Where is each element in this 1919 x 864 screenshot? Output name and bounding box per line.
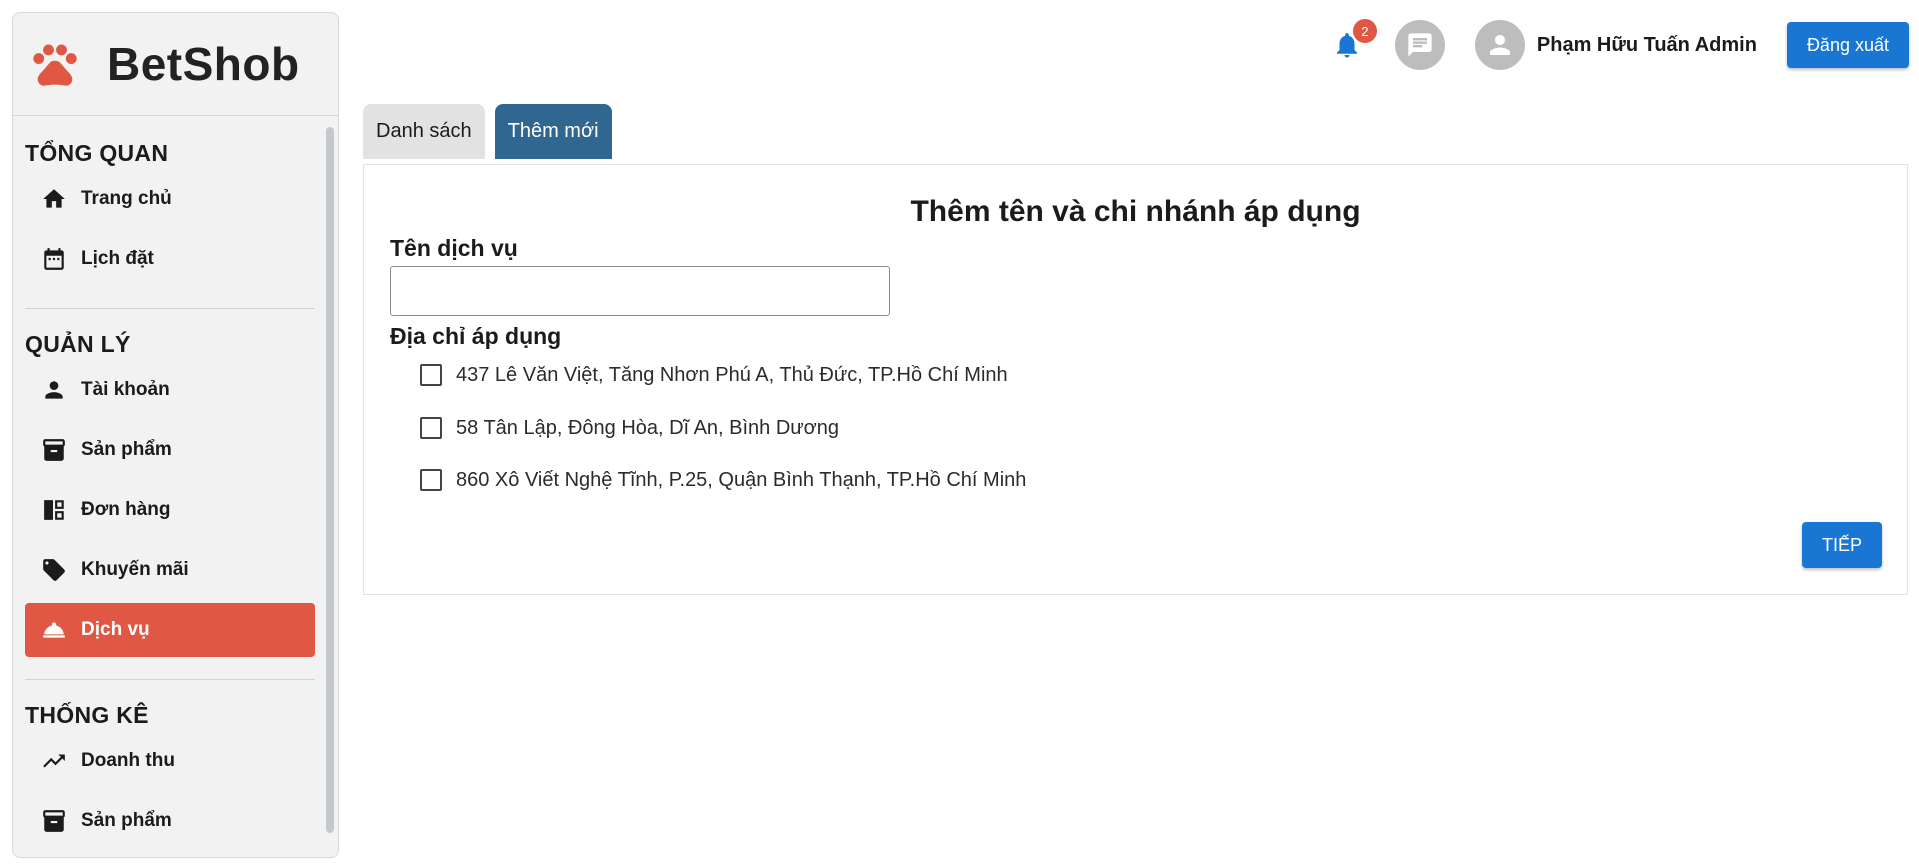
- sidebar-item-label: Khuyến mãi: [81, 559, 189, 580]
- next-button[interactable]: TIẾP: [1802, 522, 1882, 568]
- sidebar-item-label: Sản phẩm: [81, 439, 172, 460]
- sidebar-nav: TỔNG QUAN Trang chủ Lịch đặt QUẢN LÝ Tài…: [25, 116, 315, 848]
- person-icon: [1489, 35, 1510, 55]
- tag-icon: [41, 557, 67, 583]
- divider: [25, 308, 315, 309]
- section-title-statistics: THỐNG KÊ: [25, 702, 149, 728]
- sidebar-item-label: Lịch đặt: [81, 248, 154, 269]
- checkbox[interactable]: [420, 469, 442, 491]
- sidebar-item-revenue[interactable]: Doanh thu: [25, 734, 315, 788]
- chat-icon: [1408, 33, 1432, 57]
- person-icon: [41, 377, 67, 403]
- sidebar-item-label: Tài khoản: [81, 379, 170, 400]
- notification-badge: 2: [1352, 19, 1377, 43]
- section-title-manage: QUẢN LÝ: [25, 331, 131, 357]
- brand-name: BetShob: [107, 38, 300, 90]
- notification-button[interactable]: 2: [1329, 19, 1377, 63]
- sidebar-item-accounts[interactable]: Tài khoản: [25, 363, 315, 417]
- address-text: 860 Xô Viết Nghệ Tĩnh, P.25, Quận Bình T…: [456, 468, 1027, 491]
- service-name-input[interactable]: [390, 266, 890, 316]
- calendar-icon: [41, 246, 67, 272]
- avatar[interactable]: [1474, 20, 1525, 70]
- archive-icon: [41, 437, 67, 463]
- brand[interactable]: BetShob: [13, 13, 338, 116]
- sidebar-item-label: Dịch vụ: [81, 619, 150, 640]
- address-option[interactable]: 437 Lê Văn Việt, Tăng Nhơn Phú A, Thủ Đứ…: [420, 360, 1008, 390]
- checkbox[interactable]: [420, 364, 442, 386]
- sidebar-item-products[interactable]: Sản phẩm: [25, 423, 315, 477]
- logout-button[interactable]: Đăng xuất: [1786, 22, 1909, 68]
- sidebar-item-schedule[interactable]: Lịch đặt: [25, 232, 315, 286]
- home-icon: [41, 186, 67, 212]
- sidebar-item-orders[interactable]: Đơn hàng: [25, 483, 315, 537]
- service-name-label: Tên dịch vụ: [390, 235, 518, 261]
- address-text: 58 Tân Lập, Đông Hòa, Dĩ An, Bình Dương: [456, 416, 840, 439]
- trending-up-icon: [41, 748, 67, 774]
- address-text: 437 Lê Văn Việt, Tăng Nhơn Phú A, Thủ Đứ…: [456, 363, 1008, 386]
- room-service-icon: [41, 617, 67, 643]
- top-header: 2 Phạm Hữu Tuấn Admin Đăng xuất: [1329, 19, 1909, 70]
- section-title-overview: TỔNG QUAN: [25, 140, 169, 166]
- sidebar-scrollbar[interactable]: [326, 127, 334, 833]
- dashboard-icon: [41, 497, 67, 523]
- sidebar-item-home[interactable]: Trang chủ: [25, 172, 315, 226]
- paw-icon: [33, 44, 77, 86]
- tab-list[interactable]: Danh sách: [363, 104, 485, 159]
- divider: [25, 679, 315, 680]
- user-name: Phạm Hữu Tuấn Admin: [1536, 33, 1757, 56]
- address-option[interactable]: 58 Tân Lập, Đông Hòa, Dĩ An, Bình Dương: [420, 413, 839, 443]
- tab-add-new[interactable]: Thêm mới: [494, 104, 612, 159]
- sidebar-item-label: Sản phẩm: [81, 810, 172, 831]
- sidebar-item-label: Đơn hàng: [81, 499, 171, 520]
- sidebar-item-label: Trang chủ: [81, 188, 172, 209]
- tab-bar: Danh sách Thêm mới: [363, 104, 622, 159]
- chat-button[interactable]: [1394, 20, 1445, 70]
- add-service-panel: Thêm tên và chi nhánh áp dụng Tên dịch v…: [363, 164, 1908, 595]
- sidebar-item-product-stats[interactable]: Sản phẩm: [25, 794, 315, 848]
- form-title: Thêm tên và chi nhánh áp dụng: [910, 195, 1361, 228]
- sidebar-item-label: Doanh thu: [81, 750, 175, 771]
- archive-icon: [41, 808, 67, 834]
- sidebar: BetShob TỔNG QUAN Trang chủ Lịch đặt QUẢ…: [12, 12, 339, 858]
- sidebar-item-services[interactable]: Dịch vụ: [25, 603, 315, 657]
- sidebar-item-promotions[interactable]: Khuyến mãi: [25, 543, 315, 597]
- address-label: Địa chỉ áp dụng: [390, 323, 562, 349]
- address-option[interactable]: 860 Xô Viết Nghệ Tĩnh, P.25, Quận Bình T…: [420, 465, 1026, 495]
- checkbox[interactable]: [420, 417, 442, 439]
